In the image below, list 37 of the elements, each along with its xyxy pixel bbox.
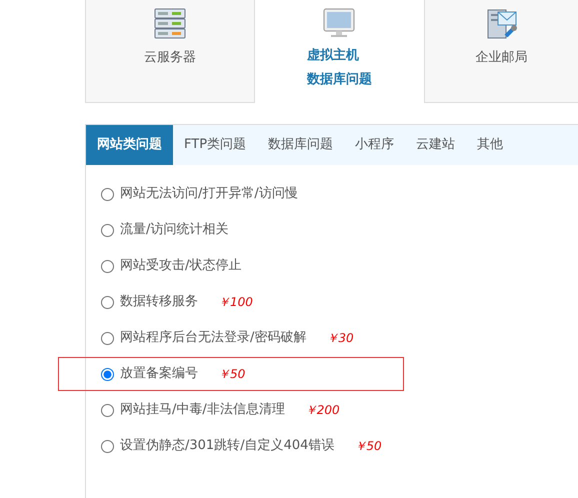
category-tab[interactable]: 网站类问题: [86, 125, 173, 165]
product-label: 虚拟主机: [306, 46, 360, 65]
category-tab[interactable]: 云建站: [405, 125, 466, 165]
category-tab[interactable]: 小程序: [344, 125, 406, 165]
product-label: 云服务器: [144, 49, 196, 67]
option-label: 网站受攻击/状态停止: [120, 257, 242, 276]
product-tab[interactable]: 云服务器: [85, 0, 255, 103]
mail-server-icon: [486, 8, 518, 40]
monitor-icon: [323, 8, 356, 38]
option-label: 数据转移服务: [120, 293, 198, 312]
option-label: 设置伪静态/301跳转/自定义404错误: [120, 437, 334, 456]
server-icon: [154, 8, 186, 40]
price: ￥30: [326, 330, 354, 347]
option-label: 网站无法访问/打开异常/访问慢: [120, 185, 298, 204]
radio-button[interactable]: [101, 260, 114, 272]
category-tab[interactable]: FTP类问题: [173, 125, 258, 165]
product-label: 企业邮局: [476, 49, 528, 67]
product-tab[interactable]: 虚拟主机 数据库问题: [254, 0, 424, 103]
radio-button[interactable]: [101, 332, 114, 344]
product-tab[interactable]: 企业邮局: [424, 0, 578, 103]
category-tab[interactable]: 数据库问题: [257, 125, 344, 165]
price: ￥50: [354, 438, 382, 455]
option-label: 网站程序后台无法登录/密码破解: [120, 329, 306, 348]
radio-button[interactable]: [101, 440, 114, 452]
price: ￥50: [218, 366, 246, 383]
price: ￥100: [218, 294, 253, 311]
radio-button[interactable]: [101, 368, 114, 380]
option-label: 流量/访问统计相关: [120, 221, 228, 240]
product-label: 数据库问题: [306, 70, 372, 89]
radio-button[interactable]: [101, 224, 114, 236]
price: ￥200: [304, 402, 340, 419]
radio-button[interactable]: [101, 296, 114, 308]
radio-button[interactable]: [101, 404, 114, 416]
category-tab[interactable]: 其他: [466, 125, 514, 165]
option-label: 网站挂马/中毒/非法信息清理: [120, 401, 285, 420]
option-label: 放置备案编号: [120, 365, 198, 384]
radio-button[interactable]: [101, 188, 114, 200]
